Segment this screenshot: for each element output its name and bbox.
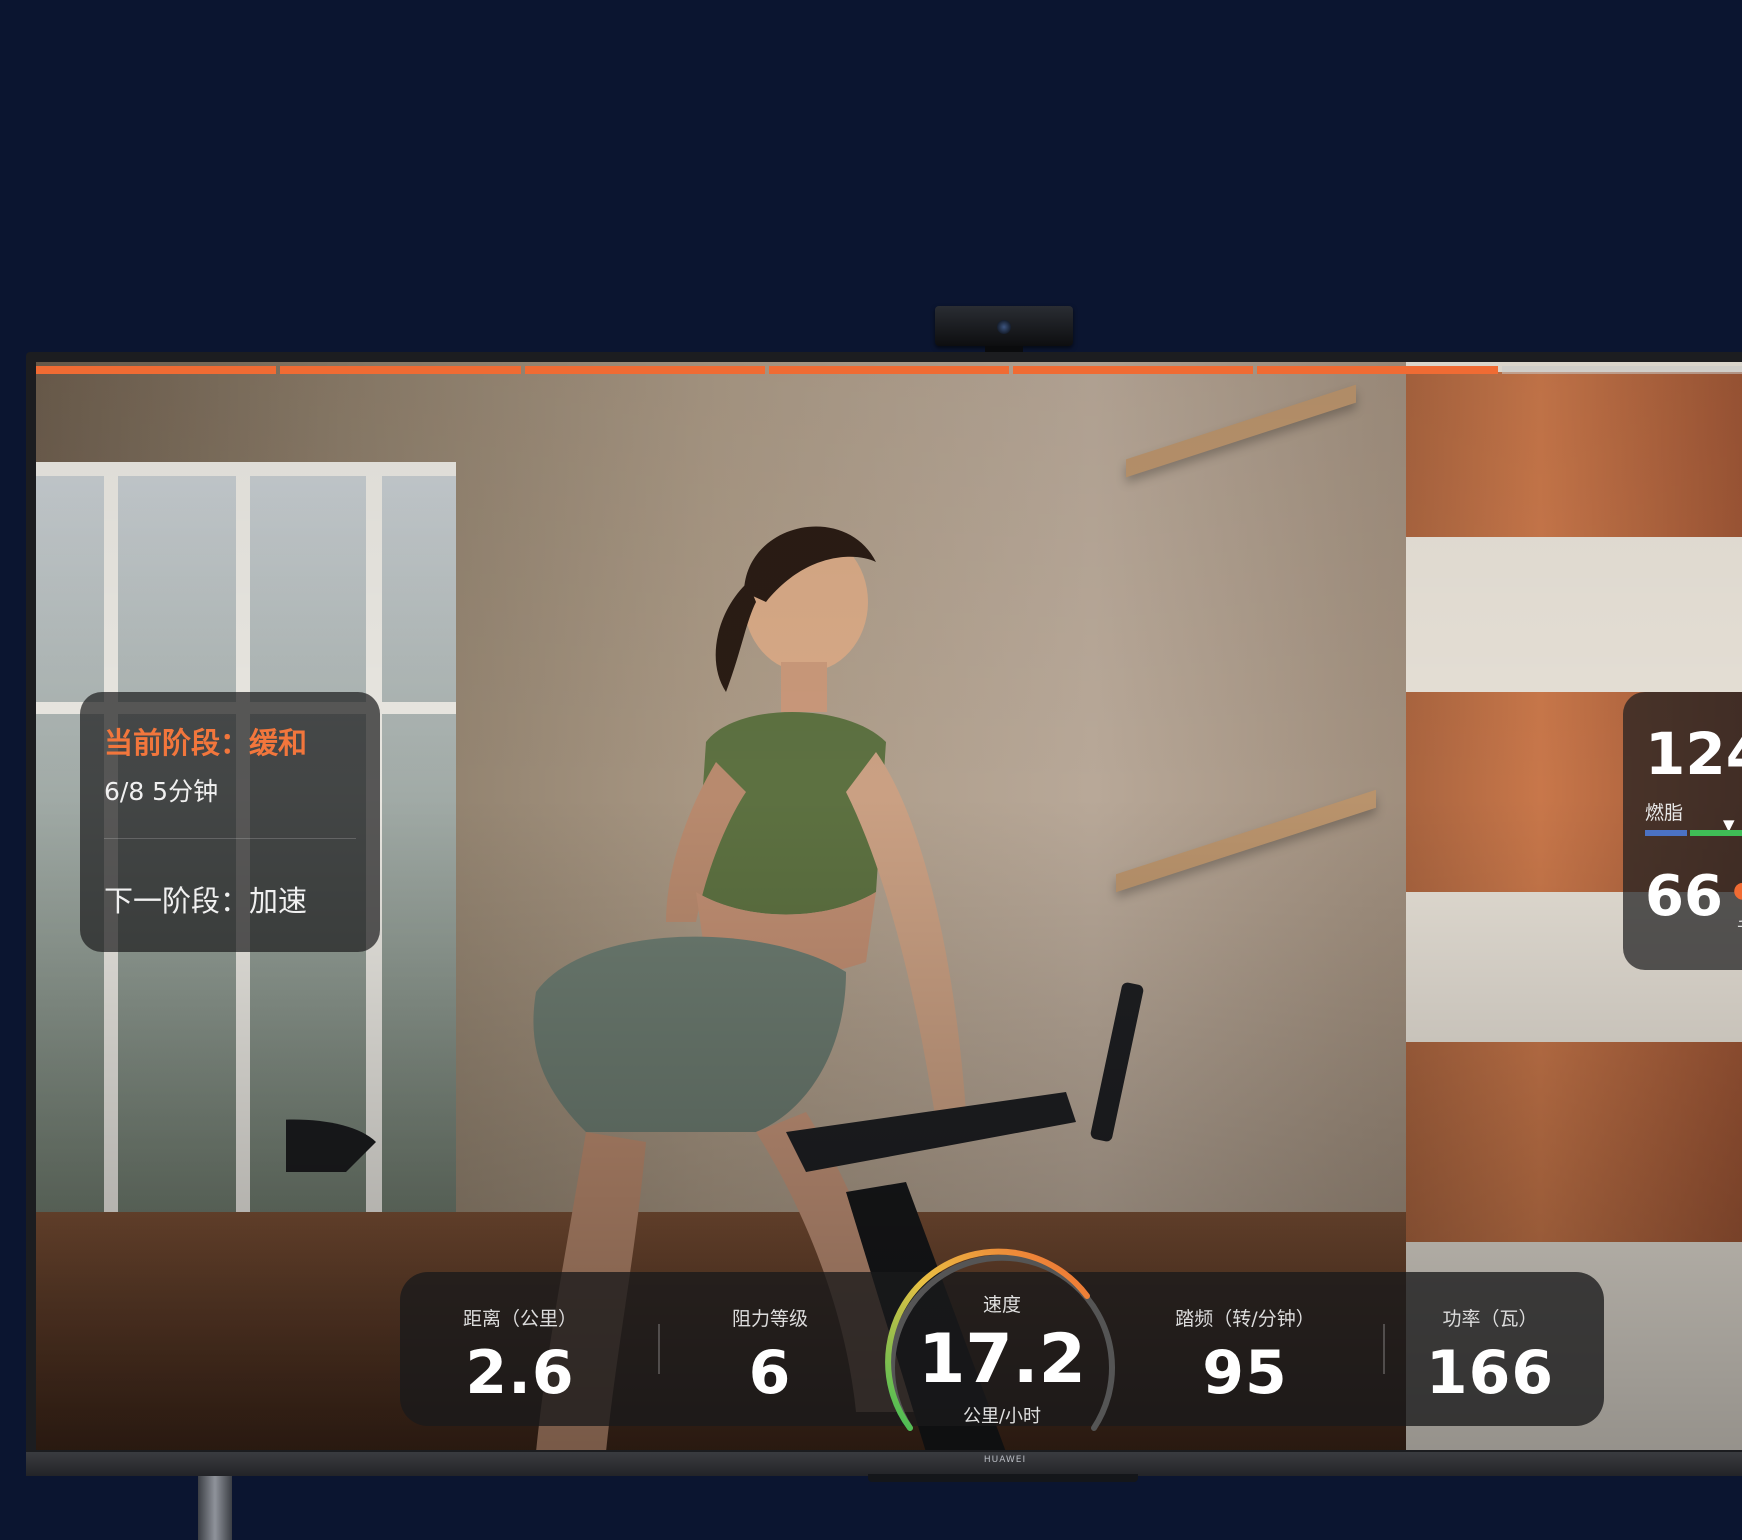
cadence-label: 踏频（转/分钟） xyxy=(1175,1308,1315,1330)
heart-rate-value: 124 xyxy=(1645,720,1742,788)
metric-divider xyxy=(658,1324,660,1374)
speed-value: 17.2 xyxy=(918,1320,1086,1399)
metric-power: 功率（瓦） 166 xyxy=(1390,1272,1590,1426)
workout-progress-bar xyxy=(36,366,1742,376)
tv-screen: 当前阶段：缓和 6/8 5分钟 下一阶段：加速 124 燃脂 ▼ 66 ● 千 … xyxy=(36,362,1742,1450)
speed-unit: 公里/小时 xyxy=(962,1406,1042,1427)
camera-lens-icon xyxy=(997,320,1011,334)
power-label: 功率（瓦） xyxy=(1442,1308,1538,1330)
heart-zone-bar xyxy=(1645,830,1742,836)
progress-segment xyxy=(36,366,277,374)
progress-segment xyxy=(280,366,521,374)
resistance-label: 阻力等级 xyxy=(731,1308,808,1330)
phase-panel: 当前阶段：缓和 6/8 5分钟 下一阶段：加速 xyxy=(80,692,380,952)
calories-value: 66 xyxy=(1645,864,1723,929)
metric-resistance: 阻力等级 6 xyxy=(680,1272,860,1426)
panel-divider xyxy=(104,838,356,839)
speed-label: 速度 xyxy=(982,1294,1021,1316)
resistance-value: 6 xyxy=(748,1338,792,1408)
progress-segment xyxy=(524,366,765,374)
phase-progress-text: 6/8 5分钟 xyxy=(104,777,219,806)
tv-stand-foot xyxy=(198,1476,232,1540)
current-phase-label: 当前阶段：缓和 xyxy=(104,726,308,760)
distance-label: 距离（公里） xyxy=(462,1308,577,1330)
heart-rate-zone: 燃脂 xyxy=(1645,802,1684,824)
next-phase-label: 下一阶段：加速 xyxy=(104,884,308,918)
distance-value: 2.6 xyxy=(465,1338,575,1408)
metrics-bar: 距离（公里） 2.6 阻力等级 6 速度 17.2 公里/小时 踏频（转/分钟）… xyxy=(400,1248,1604,1431)
calories-unit: 千 xyxy=(1737,914,1742,940)
progress-segment xyxy=(768,366,1010,374)
tv-bezel-bottom xyxy=(26,1452,1742,1476)
tv-camera xyxy=(935,306,1073,354)
flame-icon: ● xyxy=(1733,878,1742,903)
metric-distance: 距离（公里） 2.6 xyxy=(430,1272,610,1426)
progress-segment xyxy=(1257,366,1498,374)
metric-cadence: 踏频（转/分钟） 95 xyxy=(1140,1272,1350,1426)
cadence-value: 95 xyxy=(1202,1338,1288,1408)
tv-stand-bar xyxy=(868,1474,1138,1482)
metric-divider xyxy=(1383,1324,1385,1374)
power-value: 166 xyxy=(1425,1338,1555,1408)
progress-segment xyxy=(1013,366,1254,374)
progress-segment xyxy=(1501,366,1742,374)
heart-rate-panel: 124 燃脂 ▼ 66 ● 千 xyxy=(1623,692,1742,970)
tv-brand-logo: HUAWEI xyxy=(983,1455,1027,1465)
